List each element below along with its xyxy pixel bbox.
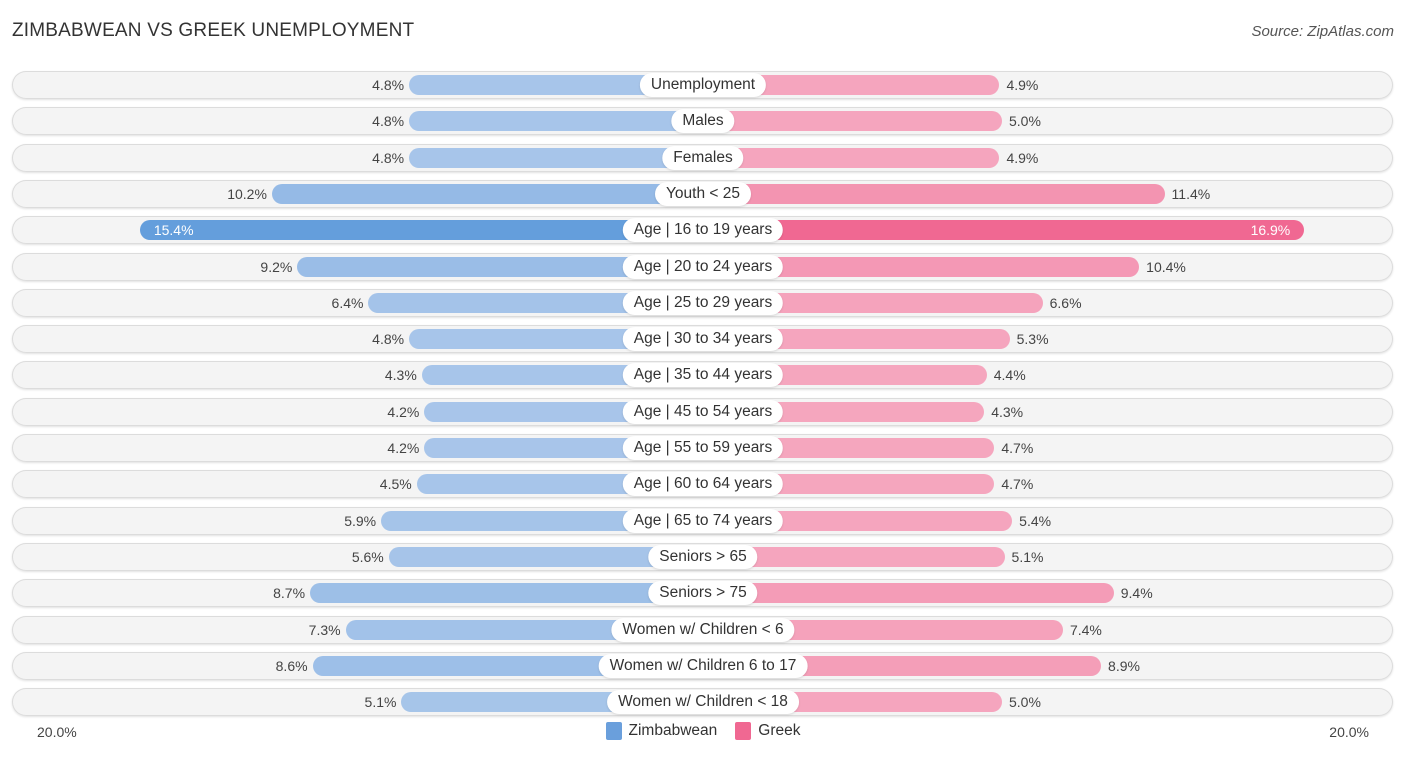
value-label-greek: 5.1% (1011, 548, 1044, 565)
chart-row: 7.3% 7.4% Women w/ Children < 6 (12, 615, 1393, 644)
value-label-greek: 4.9% (1006, 77, 1039, 93)
value-label-greek: 10.4% (1146, 258, 1186, 275)
chart-row: 5.6% 5.1% Seniors > 65 (12, 542, 1393, 571)
category-label: Unemployment (639, 73, 767, 97)
value-label-zimbabwean: 4.8% (372, 331, 405, 348)
value-label-zimbabwean: 5.1% (364, 694, 397, 711)
value-label-greek: 4.9% (1006, 149, 1039, 166)
category-label: Women w/ Children < 6 (611, 617, 795, 642)
legend-swatch-greek (735, 722, 752, 740)
legend: Zimbabwean Greek (0, 722, 1406, 740)
bar-greek[interactable] (703, 111, 1002, 132)
value-label-greek: 11.4% (1171, 185, 1211, 202)
value-label-greek: 7.4% (1069, 621, 1102, 638)
chart-row: 4.2% 4.3% Age | 45 to 54 years (12, 397, 1393, 426)
bar-zimbabwean[interactable] (310, 583, 703, 604)
category-label: Seniors > 75 (648, 581, 758, 606)
category-label: Age | 20 to 24 years (622, 254, 784, 279)
chart-row: 5.1% 5.0% Women w/ Children < 18 (12, 688, 1393, 717)
value-label-zimbabwean: 4.2% (387, 440, 420, 456)
chart-title: ZIMBABWEAN VS GREEK UNEMPLOYMENT (12, 20, 415, 41)
value-label-greek: 5.4% (1019, 512, 1052, 529)
source-label: Source: ZipAtlas.com (1251, 23, 1394, 40)
chart-row: 4.5% 4.7% Age | 60 to 64 years (12, 470, 1393, 499)
chart-row: 9.2% 10.4% Age | 20 to 24 years (12, 252, 1393, 281)
chart-row: 4.8% 4.9% Unemployment (12, 71, 1393, 99)
legend-item-zimbabwean[interactable]: Zimbabwean (605, 722, 718, 740)
chart-row: 8.7% 9.4% Seniors > 75 (12, 579, 1393, 608)
category-label: Youth < 25 (655, 181, 751, 206)
value-label-zimbabwean: 4.8% (372, 149, 405, 166)
chart-row: 6.4% 6.6% Age | 25 to 29 years (12, 288, 1393, 317)
category-label: Males (671, 109, 735, 134)
value-label-zimbabwean: 5.9% (344, 512, 377, 529)
legend-swatch-zimbabwean (605, 722, 622, 740)
category-label: Women w/ Children < 18 (607, 690, 799, 715)
chart-row: 4.8% 5.0% Males (12, 107, 1393, 136)
bar-zimbabwean[interactable] (409, 111, 703, 132)
bar-zimbabwean[interactable] (271, 183, 703, 204)
bar-greek[interactable] (703, 583, 1114, 604)
legend-item-greek[interactable]: Greek (735, 722, 800, 740)
category-label: Age | 65 to 74 years (622, 508, 784, 533)
value-label-zimbabwean: 4.3% (384, 367, 417, 384)
bar-greek[interactable] (703, 147, 1000, 168)
category-label: Age | 16 to 19 years (622, 218, 784, 243)
value-label-zimbabwean: 9.2% (260, 258, 293, 275)
value-label-zimbabwean: 6.4% (331, 294, 364, 311)
value-label-greek: 8.9% (1108, 657, 1140, 674)
value-label-greek: 5.0% (1009, 694, 1041, 711)
value-label-greek: 5.3% (1016, 331, 1049, 348)
chart-row: 15.4% 16.9% Age | 16 to 19 years (12, 216, 1393, 245)
bar-greek[interactable] (703, 220, 1305, 241)
category-label: Age | 35 to 44 years (622, 363, 784, 388)
value-label-zimbabwean: 4.5% (379, 476, 412, 493)
value-label-zimbabwean: 8.7% (273, 585, 306, 602)
category-label: Females (662, 145, 744, 170)
value-label-zimbabwean: 10.2% (227, 185, 267, 202)
value-label-greek: 4.4% (993, 367, 1026, 384)
value-label-zimbabwean: 4.8% (372, 77, 405, 93)
chart-row: 4.8% 4.9% Females (12, 143, 1393, 172)
value-label-greek: 4.3% (991, 403, 1024, 420)
value-label-greek: 4.7% (1001, 476, 1034, 493)
category-label: Age | 45 to 54 years (622, 399, 784, 424)
chart-row: 8.6% 8.9% Women w/ Children 6 to 17 (12, 651, 1393, 680)
chart-row: 5.9% 5.4% Age | 65 to 74 years (12, 506, 1393, 535)
value-label-greek: 4.7% (1001, 440, 1034, 456)
value-label-zimbabwean: 5.6% (351, 548, 384, 565)
value-label-greek: 9.4% (1120, 585, 1153, 602)
category-label: Women w/ Children 6 to 17 (598, 653, 808, 678)
bar-zimbabwean[interactable] (409, 147, 703, 168)
chart-row: 4.8% 5.3% Age | 30 to 34 years (12, 325, 1393, 354)
category-label: Age | 30 to 34 years (622, 327, 784, 352)
chart-row: 10.2% 11.4% Youth < 25 (12, 179, 1393, 208)
category-label: Seniors > 65 (648, 544, 758, 569)
category-label: Age | 25 to 29 years (622, 290, 784, 315)
value-label-zimbabwean: 4.2% (387, 403, 420, 420)
value-label-greek: 5.0% (1009, 113, 1041, 130)
category-label: Age | 60 to 64 years (622, 472, 784, 497)
bar-greek[interactable] (703, 183, 1165, 204)
value-label-greek: 6.6% (1049, 294, 1082, 311)
value-label-greek: 16.9% (1250, 222, 1291, 239)
chart-row: 4.3% 4.4% Age | 35 to 44 years (12, 361, 1393, 390)
value-label-zimbabwean: 8.6% (275, 657, 308, 674)
value-label-zimbabwean: 15.4% (153, 222, 194, 239)
value-label-zimbabwean: 4.8% (372, 113, 405, 130)
value-label-zimbabwean: 7.3% (308, 621, 341, 638)
category-label: Age | 55 to 59 years (622, 436, 784, 460)
legend-label-greek: Greek (758, 722, 801, 739)
chart-row: 4.2% 4.7% Age | 55 to 59 years (12, 434, 1393, 462)
legend-label-zimbabwean: Zimbabwean (628, 722, 718, 739)
bar-zimbabwean[interactable] (139, 220, 703, 241)
